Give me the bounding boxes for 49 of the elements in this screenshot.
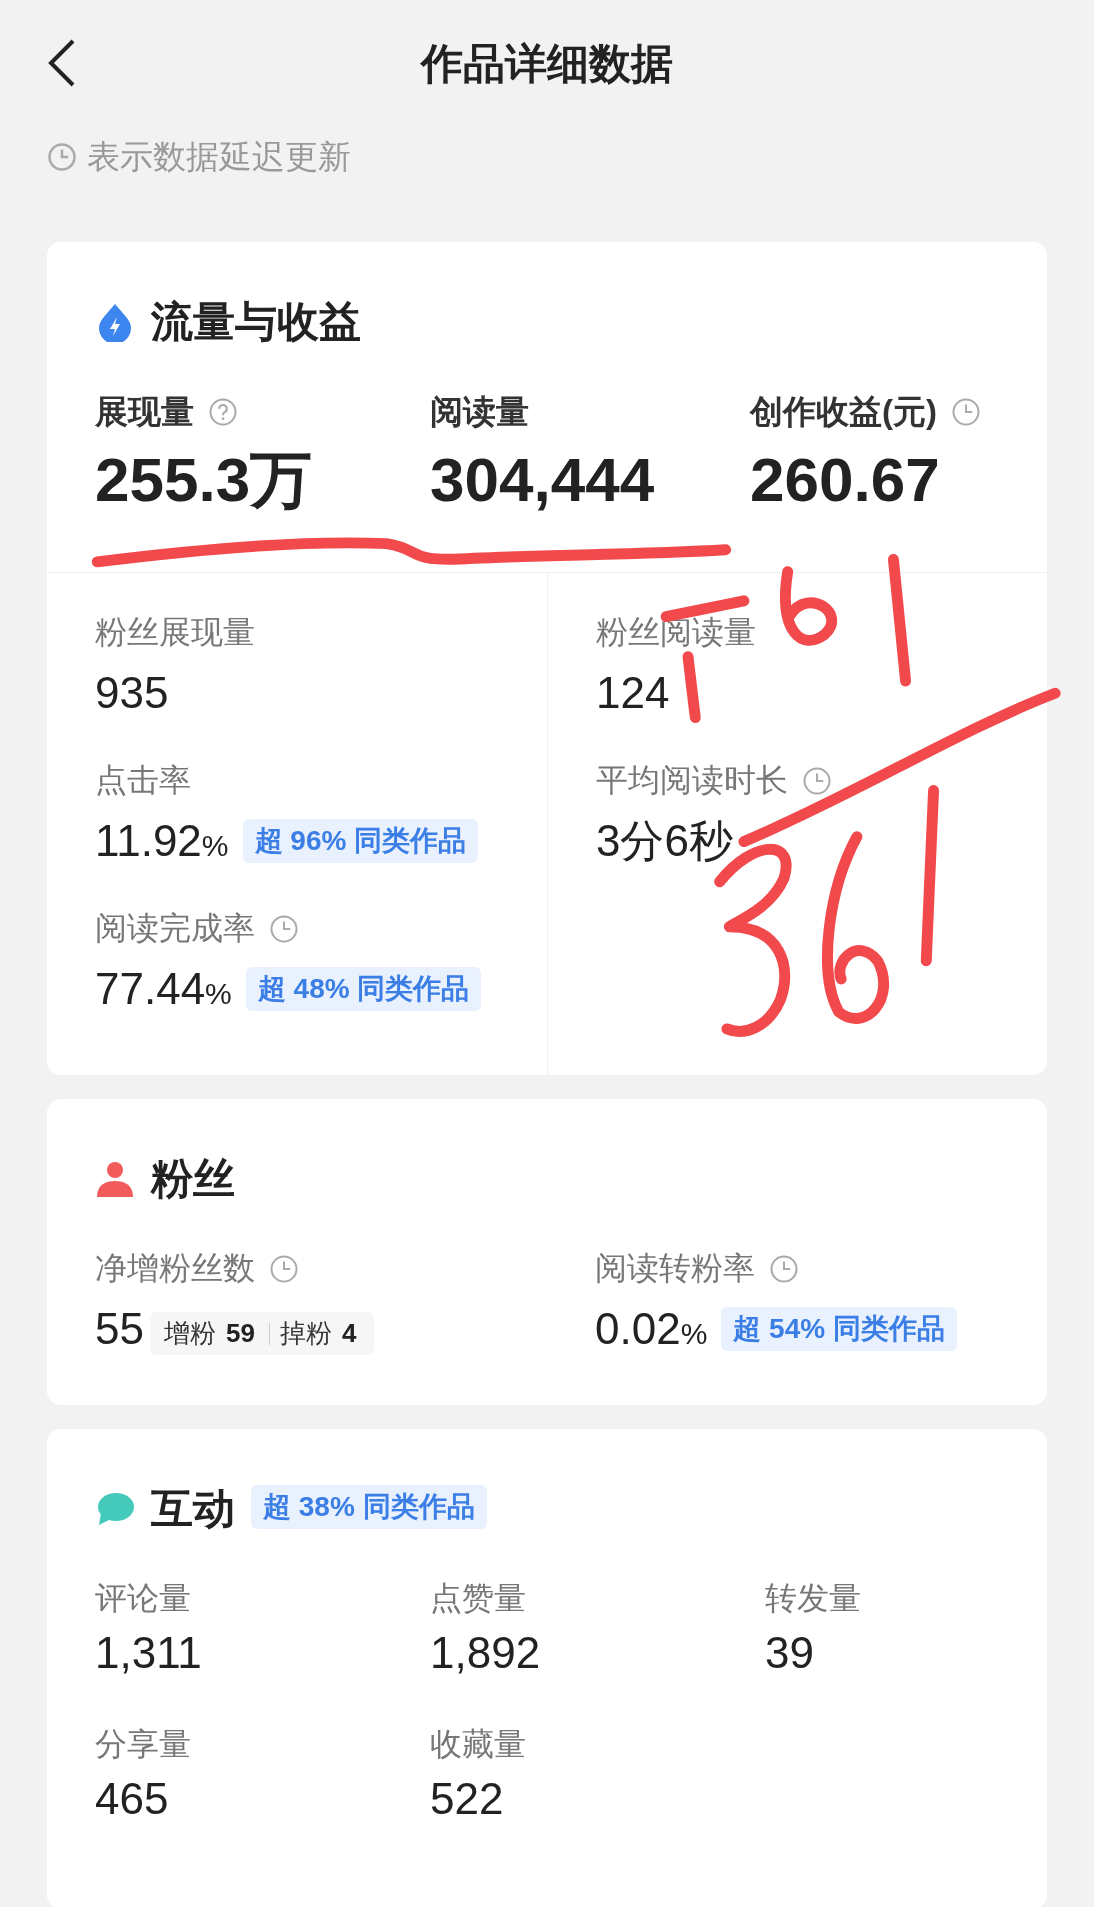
metric-value: 55 <box>95 1303 144 1355</box>
metric-value: 1,311 <box>95 1627 203 1679</box>
metric-value: 465 <box>95 1773 170 1825</box>
rank-tag: 超 96% 同类作品 <box>242 819 479 863</box>
delay-note: 表示数据延迟更新 <box>87 136 351 177</box>
metric-value: 935 <box>95 667 169 719</box>
metric-value: 1,892 <box>430 1627 542 1679</box>
breakdown-label: 掉粉 <box>279 1317 332 1350</box>
metric-label: 创作收益(元) <box>750 391 937 432</box>
metric-label: 分享量 <box>95 1725 192 1764</box>
clock-icon <box>47 142 77 172</box>
metric-value: 0.02 <box>595 1303 681 1355</box>
metric-label: 点击率 <box>95 761 191 800</box>
rank-tag: 超 54% 同类作品 <box>721 1307 957 1351</box>
unit-label: % <box>680 1316 708 1352</box>
metric-value: 260.67 <box>750 444 941 516</box>
page-title: 作品详细数据 <box>421 39 673 89</box>
breakdown-value: 59 <box>225 1318 255 1349</box>
metric-value: 522 <box>430 1773 505 1825</box>
metric-label: 评论量 <box>95 1579 192 1618</box>
person-icon <box>95 1159 135 1199</box>
metric-label: 点赞量 <box>430 1579 527 1618</box>
unit-label: % <box>205 976 232 1012</box>
breakdown-label: 增粉 <box>163 1317 216 1350</box>
metric-label: 平均阅读时长 <box>596 761 788 800</box>
metric-value: 77.44 <box>95 963 206 1015</box>
metric-value: 3分6秒 <box>596 815 733 867</box>
metric-label: 粉丝阅读量 <box>596 613 756 652</box>
back-icon[interactable] <box>47 38 77 88</box>
breakdown-value: 4 <box>341 1318 357 1349</box>
unit-label: % <box>201 828 229 864</box>
metric-label: 收藏量 <box>430 1725 527 1764</box>
metric-label: 展现量 <box>95 391 194 432</box>
metric-value: 39 <box>765 1627 815 1679</box>
metric-value: 124 <box>596 667 670 719</box>
section-title: 流量与收益 <box>151 297 361 347</box>
metric-label: 粉丝展现量 <box>95 613 255 652</box>
metric-value: 255.3万 <box>95 444 314 516</box>
metric-label: 阅读量 <box>430 391 529 432</box>
metric-label: 转发量 <box>765 1579 862 1618</box>
rank-tag: 超 38% 同类作品 <box>251 1485 487 1529</box>
rank-tag: 超 48% 同类作品 <box>245 967 482 1011</box>
section-title: 互动 <box>151 1484 235 1534</box>
metric-value: 11.92 <box>95 815 202 867</box>
metric-label: 阅读完成率 <box>95 909 255 948</box>
section-title: 粉丝 <box>151 1154 235 1204</box>
metric-label: 阅读转粉率 <box>595 1249 755 1288</box>
metric-value: 304,444 <box>430 444 656 516</box>
metric-label: 净增粉丝数 <box>95 1249 255 1288</box>
